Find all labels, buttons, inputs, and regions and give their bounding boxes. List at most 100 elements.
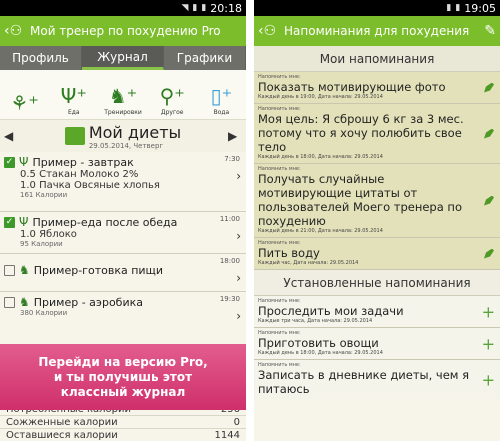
tab-bar: Профиль Журнал Графики — [0, 46, 246, 70]
journal-entry[interactable]: ♞ Пример - аэробика 19:30 › 380 Калории — [0, 292, 246, 328]
reminder-meta: Каждый день в 18:00, Дата начала: 29.05.… — [258, 154, 383, 160]
entry-item: 0.5 Стакан Молоко 2% — [20, 169, 139, 180]
reminder-item[interactable]: Напомнить мне: Моя цель: Я сброшу 6 кг з… — [254, 104, 500, 164]
app-title: Мой тренер по похудению Pro — [30, 24, 221, 38]
add-toolbar: ⚘⁺ Ψ⁺ Еда ♞⁺ Тренировки ⚲⁺ Другое ▯⁺ Вод… — [0, 70, 246, 120]
fork-knife-icon: Ψ — [19, 215, 29, 229]
promo-line: Перейди на версию Pro, — [38, 354, 208, 369]
edit-pencil-icon[interactable] — [484, 82, 494, 93]
add-plus-icon[interactable]: + — [482, 370, 495, 389]
totals-label: Оставшиеся калории — [6, 429, 118, 441]
edit-pencil-icon[interactable] — [484, 128, 494, 139]
journal-entry[interactable]: ✓ Ψ Пример-еда после обеда 11:00 › 1.0 Я… — [0, 212, 246, 254]
tab-journal[interactable]: Журнал — [82, 46, 164, 70]
status-bar: ▮ ▮ 19:05 — [254, 0, 500, 16]
status-clock: 19:05 — [464, 1, 496, 15]
screen-title: Напоминания для похудения — [284, 24, 470, 38]
reminder-text: Моя цель: Я сброшу 6 кг за 3 мес. потому… — [258, 112, 464, 154]
battery-icon: ▮ — [201, 3, 207, 13]
reminder-item[interactable]: Напомнить мне: Показать мотивирующие фот… — [254, 72, 500, 104]
add-workout-button[interactable]: ♞⁺ Тренировки — [98, 70, 147, 119]
entry-calories: 95 Калории — [20, 240, 63, 248]
action-bar: ‹⚇ Мой тренер по похудению Pro — [0, 16, 246, 46]
runner-icon: ♞ — [19, 263, 30, 277]
date-bar: ◀ Мой диеты 29.05.2014, Четверг ▶ — [0, 120, 246, 152]
app-logo-icon[interactable]: ‹⚇ — [258, 20, 280, 42]
reminder-meta: Каждые три часа, Дата начала: 29.05.2014 — [258, 318, 373, 324]
add-activity-button[interactable]: ⚘⁺ — [0, 70, 49, 119]
fork-knife-icon: Ψ — [19, 155, 29, 169]
totals-label: Сожженные калории — [6, 416, 118, 428]
diary-title: Мой диеты — [88, 122, 182, 142]
entry-calories: 380 Калории — [20, 309, 68, 317]
status-bar: ◥ ▮ ▮ 20:18 — [0, 0, 246, 16]
add-plus-icon[interactable]: + — [482, 302, 495, 321]
tab-graphs[interactable]: Графики — [164, 46, 246, 70]
fork-knife-plus-icon: Ψ⁺ — [60, 84, 87, 108]
preset-reminder-item[interactable]: Напомнить мне: Приготовить овощи Каждый … — [254, 328, 500, 360]
entry-item: 1.0 Пачка Овсяные хлопья — [20, 180, 160, 191]
totals-row: Оставшиеся калории 1144 — [0, 428, 246, 441]
add-reminder-icon[interactable]: ✎ — [484, 23, 496, 39]
add-other-label: Другое — [160, 109, 184, 116]
entry-checkbox[interactable] — [4, 264, 15, 276]
promo-line: и ты получишь этот — [53, 369, 193, 384]
walker-plus-icon: ⚘⁺ — [10, 91, 39, 115]
app-logo-icon[interactable]: ‹⚇ — [4, 20, 26, 42]
entry-checkbox[interactable]: ✓ — [4, 156, 15, 168]
reminder-meta: Каждый день в 19:00, Дата начала: 29.05.… — [258, 94, 383, 100]
journal-entry[interactable]: ✓ Ψ Пример - завтрак 7:30 › 0.5 Стакан М… — [0, 152, 246, 212]
diary-date: 29.05.2014, Четверг — [88, 141, 164, 150]
entry-time: 11:00 — [219, 215, 240, 223]
add-water-label: Вода — [213, 109, 230, 116]
runner-icon: ♞ — [19, 295, 30, 309]
next-day-icon[interactable]: ▶ — [228, 129, 242, 143]
totals-value: 0 — [233, 416, 240, 428]
reminder-text: Получать случайные мотивирующие цитаты о… — [258, 172, 462, 228]
reminder-text: Показать мотивирующие фото — [258, 80, 446, 94]
entry-time: 19:30 — [219, 295, 240, 303]
glass-plus-icon: ▯⁺ — [210, 84, 233, 108]
chevron-right-icon[interactable]: › — [236, 169, 241, 183]
entry-checkbox[interactable]: ✓ — [4, 216, 15, 228]
entry-checkbox[interactable] — [4, 296, 15, 308]
promo-line: классный журнал — [60, 384, 186, 399]
add-plus-icon[interactable]: + — [482, 334, 495, 353]
right-screen: ▮ ▮ 19:05 ‹⚇ Напоминания для похудения ✎… — [254, 0, 500, 441]
add-workout-label: Тренировки — [104, 109, 142, 116]
add-food-button[interactable]: Ψ⁺ Еда — [49, 70, 98, 119]
edit-pencil-icon[interactable] — [484, 195, 494, 206]
battery-icon: ▮ — [455, 3, 461, 13]
pro-upgrade-banner[interactable]: Перейди на версию Pro, и ты получишь это… — [0, 344, 246, 410]
reminder-item[interactable]: Напомнить мне: Получать случайные мотиви… — [254, 164, 500, 238]
reminder-item[interactable]: Напомнить мне: Пить воду Каждый час, Дат… — [254, 238, 500, 270]
chevron-right-icon[interactable]: › — [236, 309, 241, 323]
signal-icon: ▮ — [446, 3, 452, 13]
chevron-right-icon[interactable]: › — [236, 229, 241, 243]
totals-row: Сожженные калории 0 — [0, 415, 246, 428]
entry-name: Пример - завтрак — [32, 155, 134, 169]
chevron-right-icon[interactable]: › — [236, 271, 241, 285]
diary-folder-icon — [64, 127, 85, 145]
preset-reminder-item[interactable]: Напомнить мне: Записать в дневнике диеты… — [254, 360, 500, 399]
entry-name: Пример-еда после обеда — [32, 215, 178, 229]
journal-entry[interactable]: ♞ Пример-готовка пищи 18:00 › — [0, 254, 246, 292]
section-header: Установленные напоминания — [254, 270, 500, 296]
tab-profile[interactable]: Профиль — [0, 46, 82, 70]
reminder-text: Приготовить овощи — [258, 336, 379, 350]
entry-name: Пример-готовка пищи — [33, 263, 164, 277]
entry-time: 18:00 — [219, 257, 240, 265]
entry-name: Пример - аэробика — [33, 295, 143, 309]
entry-calories: 161 Калории — [20, 191, 68, 199]
add-other-button[interactable]: ⚲⁺ Другое — [148, 70, 197, 119]
runner-plus-icon: ♞⁺ — [108, 84, 138, 108]
reminder-text: Проследить мои задачи — [258, 304, 404, 318]
edit-pencil-icon[interactable] — [484, 248, 494, 259]
reminder-meta: Каждый день в 21:00, Дата начала: 29.05.… — [258, 228, 383, 234]
prev-day-icon[interactable]: ◀ — [4, 129, 18, 143]
reminder-text: Записать в дневнике диеты, чем я питаюсь — [258, 368, 470, 396]
preset-reminder-item[interactable]: Напомнить мне: Проследить мои задачи Каж… — [254, 296, 500, 328]
signal-icon: ▮ — [192, 3, 198, 13]
add-water-button[interactable]: ▯⁺ Вода — [197, 70, 246, 119]
entry-item: 1.0 Яблоко — [20, 229, 77, 240]
